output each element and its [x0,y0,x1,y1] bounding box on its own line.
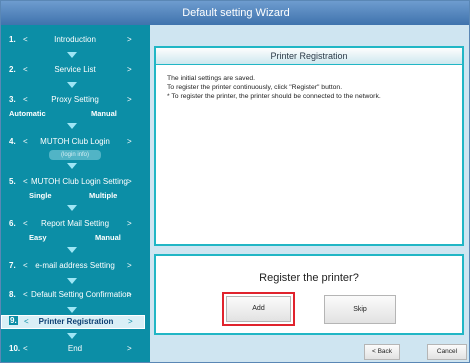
login-status-badge: (login info) [49,150,101,160]
down-arrow-icon [67,247,77,253]
step-label: MUTOH Club Login [40,137,110,146]
step-number: 10. [9,344,21,353]
step-prev-chevron-icon: < [23,344,28,353]
down-arrow-icon [67,52,77,58]
step-next-chevron-icon: > [127,261,132,270]
register-prompt-panel: Register the printer? Add Skip [154,254,464,335]
option-manual[interactable]: Manual [91,108,117,120]
back-button[interactable]: < Back [364,344,400,360]
step-number: 7. [9,261,16,270]
message-line: * To register the printer, the printer s… [167,93,381,100]
step-next-chevron-icon: > [127,344,132,353]
step-label: End [67,344,83,353]
step-prev-chevron-icon: < [24,317,29,326]
step-next-chevron-icon: > [127,177,132,186]
step-label: Proxy Setting [51,95,99,104]
step-number: 9. [9,316,18,325]
step-prev-chevron-icon: < [23,219,28,228]
step-prev-chevron-icon: < [23,290,28,299]
step-prev-chevron-icon: < [23,177,28,186]
step-number: 5. [9,177,16,186]
option-multiple[interactable]: Multiple [89,190,117,202]
message-line: To register the printer continuously, cl… [167,84,343,91]
step-label: Service List [54,65,96,74]
step-next-chevron-icon: > [127,65,132,74]
skip-button[interactable]: Skip [324,295,396,324]
option-automatic[interactable]: Automatic [9,108,46,120]
step-prev-chevron-icon: < [23,261,28,270]
step-label: Printer Registration [38,317,114,326]
step-number: 8. [9,290,16,299]
wizard-steps-sidebar: 1. < Introduction > 2. < Service List > … [1,25,150,362]
option-easy[interactable]: Easy [29,232,47,244]
title-bar: Default setting Wizard [1,1,469,25]
add-button[interactable]: Add [226,296,291,322]
register-question: Register the printer? [259,272,359,284]
step-prev-chevron-icon: < [23,137,28,146]
panel-header: Printer Registration [156,48,462,65]
step-number: 3. [9,95,16,104]
step-prev-chevron-icon: < [23,95,28,104]
down-arrow-icon [67,307,77,313]
step-next-chevron-icon: > [127,35,132,44]
step-next-chevron-icon: > [127,290,132,299]
step-number: 6. [9,219,16,228]
step-label: MUTOH Club Login Setting [31,177,128,186]
window-title: Default setting Wizard [182,7,290,19]
step-prev-chevron-icon: < [23,65,28,74]
wizard-window: Default setting Wizard 1. < Introduction… [0,0,470,363]
step-label: e-mail address Setting [35,261,115,270]
step-label: Default Setting Confirmation [31,290,132,299]
step-prev-chevron-icon: < [23,35,28,44]
step-label: Introduction [54,35,96,44]
panel-title: Printer Registration [270,51,348,61]
step-next-chevron-icon: > [127,137,132,146]
info-panel: Printer Registration The initial setting… [154,46,464,246]
step-number: 2. [9,65,16,74]
cancel-button[interactable]: Cancel [427,344,467,360]
down-arrow-icon [67,163,77,169]
down-arrow-icon [67,205,77,211]
step-next-chevron-icon: > [128,317,133,326]
step-label: Report Mail Setting [40,219,110,228]
option-manual[interactable]: Manual [95,232,121,244]
step-next-chevron-icon: > [127,95,132,104]
down-arrow-icon [67,123,77,129]
down-arrow-icon [67,333,77,339]
down-arrow-icon [67,82,77,88]
active-step-highlight: 9. < Printer Registration > [1,315,145,329]
step-number: 1. [9,35,16,44]
down-arrow-icon [67,278,77,284]
step-next-chevron-icon: > [127,219,132,228]
step-number: 4. [9,137,16,146]
option-single[interactable]: Single [29,190,52,202]
message-line: The initial settings are saved. [167,75,256,82]
